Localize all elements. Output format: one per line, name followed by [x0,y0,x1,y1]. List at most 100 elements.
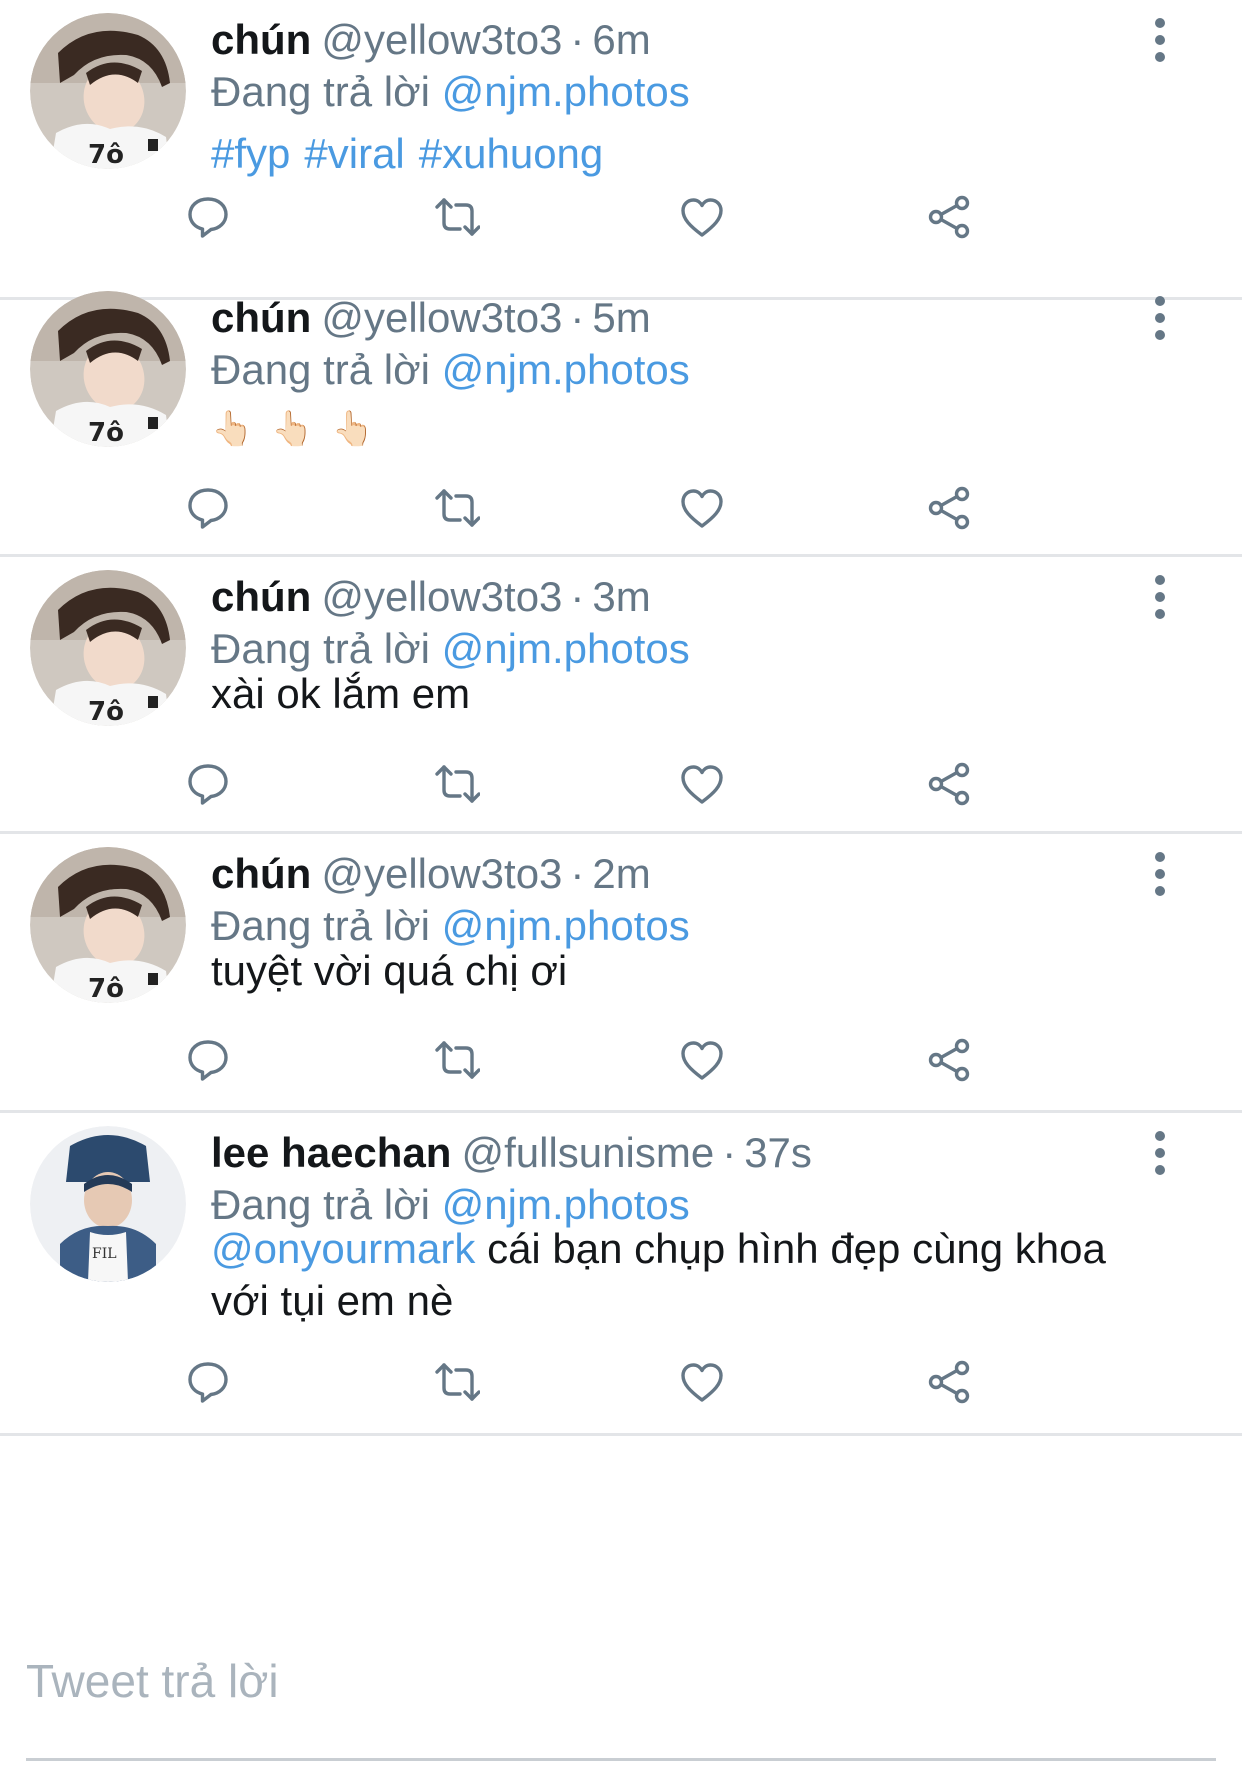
retweet-button[interactable] [427,478,487,538]
replying-to-label: Đang trả lời [211,346,430,393]
share-button[interactable] [920,478,980,538]
avatar[interactable]: FIL [30,1126,186,1282]
more-options-button[interactable] [1148,18,1172,62]
reply-button[interactable] [179,187,239,247]
tweet-actions [0,754,1242,814]
avatar[interactable]: 7ô [30,847,186,1003]
tweet-header: chún @yellow3to3 · 5m [211,291,651,345]
more-options-button[interactable] [1148,852,1172,896]
separator-dot: · [570,16,585,63]
more-icon [1155,18,1165,28]
separator-dot: · [570,294,585,341]
reply-icon [188,764,228,805]
reply-button[interactable] [179,478,239,538]
timestamp: 5m [592,294,651,341]
share-icon [928,195,970,239]
hashtag-link[interactable]: #xuhuong [419,130,604,177]
more-options-button[interactable] [1148,1131,1172,1175]
mention-link[interactable]: @onyourmark [211,1225,475,1272]
like-button[interactable] [673,754,733,814]
tweet-header: chún @yellow3to3 · 2m [211,847,651,901]
replying-to-label: Đang trả lời [211,68,430,115]
tweet-item[interactable]: 7ô chún @yellow3to3 · 5m Đang trả lời @njm.ph… [0,278,1242,557]
share-button[interactable] [920,1030,980,1090]
retweet-icon [435,198,480,236]
timestamp: 3m [592,573,651,620]
separator-dot: · [722,1129,737,1176]
pointing-up-emoji: 👆🏻 [331,410,375,448]
replying-to-label: Đang trả lời [211,902,430,949]
share-button[interactable] [920,754,980,814]
reply-to-link[interactable]: @njm.photos [442,625,690,672]
reply-input[interactable]: Tweet trả lời [26,1654,279,1708]
username[interactable]: @yellow3to3 [321,16,562,63]
retweet-button[interactable] [427,1352,487,1412]
reply-to-link[interactable]: @njm.photos [442,346,690,393]
display-name[interactable]: lee haechan [211,1129,451,1176]
retweet-button[interactable] [427,187,487,247]
tweet-text: với tụi em nè [211,1277,454,1324]
display-name[interactable]: chún [211,294,311,341]
reply-composer[interactable]: Tweet trả lời [0,1616,1242,1774]
avatar[interactable]: 7ô [30,291,186,447]
retweet-button[interactable] [427,754,487,814]
pointing-up-emoji: 👆🏻 [271,410,314,448]
like-icon [681,489,723,528]
display-name[interactable]: chún [211,850,311,897]
reply-button[interactable] [179,1352,239,1412]
tweet-item[interactable]: 7ô chún @yellow3to3 · 2m Đang trả lời @njm.ph… [0,834,1242,1113]
reply-to-link[interactable]: @njm.photos [442,902,690,949]
like-button[interactable] [673,187,733,247]
tweet-body: tuyệt vời quá chị ơi [211,945,567,997]
username[interactable]: @yellow3to3 [321,850,562,897]
reply-icon [188,1040,228,1081]
more-icon [1155,869,1165,879]
reply-to-link[interactable]: @njm.photos [442,68,690,115]
more-icon [1155,575,1165,585]
retweet-icon [435,1041,480,1079]
more-options-button[interactable] [1148,296,1172,340]
share-button[interactable] [920,187,980,247]
like-button[interactable] [673,1030,733,1090]
username[interactable]: @fullsunisme [461,1129,714,1176]
more-icon [1155,1148,1165,1158]
display-name[interactable]: chún [211,573,311,620]
like-button[interactable] [673,1352,733,1412]
tweet-actions [0,1352,1242,1412]
tweet-header: chún @yellow3to3 · 3m [211,570,651,624]
reply-button[interactable] [179,754,239,814]
retweet-icon [435,765,480,803]
more-options-button[interactable] [1148,575,1172,619]
reply-button[interactable] [179,1030,239,1090]
tweet-actions [0,187,1242,247]
like-button[interactable] [673,478,733,538]
avatar[interactable]: 7ô [30,13,186,169]
more-icon [1155,609,1165,619]
tweet-actions [0,1030,1242,1090]
tweet-header: lee haechan @fullsunisme · 37s [211,1126,812,1180]
tweet-header: chún @yellow3to3 · 6m [211,13,651,67]
tweet-body: @onyourmark cái bạn chụp hình đẹp cùng k… [211,1223,1106,1327]
more-icon [1155,296,1165,306]
username[interactable]: @yellow3to3 [321,573,562,620]
reply-icon [188,488,228,529]
avatar[interactable]: 7ô [30,570,186,726]
tweet-item[interactable]: 7ô chún @yellow3to3 · 3m Đang trả lời @njm.ph… [0,557,1242,834]
retweet-button[interactable] [427,1030,487,1090]
hashtag-link[interactable]: #fyp [211,130,290,177]
timestamp: 6m [592,16,651,63]
display-name[interactable]: chún [211,16,311,63]
username[interactable]: @yellow3to3 [321,294,562,341]
hashtag-link[interactable]: #viral [304,130,404,177]
share-button[interactable] [920,1352,980,1412]
input-underline [26,1758,1216,1761]
svg-text:7ô: 7ô [88,140,124,169]
reply-icon [188,197,228,238]
like-icon [681,1363,723,1402]
tweet-item[interactable]: 7ô chún @yellow3to3 · 6m Đang trả lời @njm.ph… [0,0,1242,300]
more-icon [1155,1131,1165,1141]
more-icon [1155,852,1165,862]
replying-to-label: Đang trả lời [211,625,430,672]
reply-to-link[interactable]: @njm.photos [442,1181,690,1228]
tweet-item[interactable]: FIL lee haechan @fullsunisme · 37s Đang trả l… [0,1113,1242,1436]
